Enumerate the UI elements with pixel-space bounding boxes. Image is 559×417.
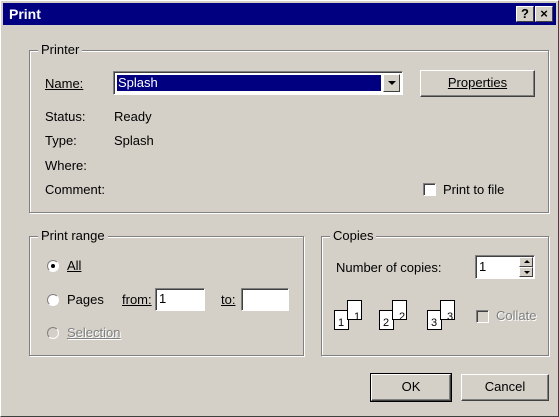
all-radio-label[interactable]: All xyxy=(67,258,81,274)
spin-up-button[interactable] xyxy=(519,257,533,267)
printer-name-value: Splash xyxy=(117,75,381,91)
spin-up-icon xyxy=(524,260,530,263)
cancel-button-label: Cancel xyxy=(484,379,526,394)
close-button[interactable]: × xyxy=(535,6,553,22)
copies-group-label: Copies xyxy=(330,228,377,244)
status-label: Status: xyxy=(45,109,86,124)
help-icon: ? xyxy=(521,6,529,21)
comment-label: Comment: xyxy=(45,182,105,197)
spin-down-button[interactable] xyxy=(519,267,533,277)
collate-page-front-1: 1 xyxy=(347,300,362,323)
type-value: Splash xyxy=(114,133,154,148)
spin-down-icon xyxy=(524,271,530,274)
printer-name-label: Name: xyxy=(45,76,84,91)
from-input[interactable]: 1 xyxy=(155,288,205,311)
copies-value: 1 xyxy=(479,259,487,274)
ok-button[interactable]: OK xyxy=(370,373,452,402)
dropdown-arrow-icon xyxy=(388,81,396,85)
collate-checkbox[interactable] xyxy=(476,310,489,323)
from-label: from: xyxy=(122,292,152,307)
collate-page-front-3: 3 xyxy=(440,300,455,323)
pages-radio-label[interactable]: Pages xyxy=(67,292,104,308)
collate-pages-icon: 1 1 2 2 3 3 xyxy=(334,296,464,336)
where-label: Where: xyxy=(45,158,87,173)
help-button[interactable]: ? xyxy=(516,6,534,22)
properties-button[interactable]: Properties xyxy=(420,70,535,97)
pages-radio[interactable] xyxy=(47,294,59,306)
from-input-value: 1 xyxy=(159,291,167,306)
cancel-button[interactable]: Cancel xyxy=(461,374,549,401)
printer-group-label: Printer xyxy=(38,42,83,58)
type-label: Type: xyxy=(45,133,77,148)
ok-button-label: OK xyxy=(401,379,421,394)
properties-button-label: Properties xyxy=(447,75,508,90)
print-to-file-label[interactable]: Print to file xyxy=(443,182,504,198)
status-value: Ready xyxy=(114,109,152,124)
radio-selected-dot xyxy=(51,264,55,268)
to-label: to: xyxy=(221,292,236,307)
to-input[interactable] xyxy=(241,288,289,311)
print-dialog: Print ? × Printer Name: Splash Propertie… xyxy=(0,0,559,417)
printer-name-dropdown-button[interactable] xyxy=(383,74,400,92)
close-icon: × xyxy=(540,6,548,21)
all-radio[interactable] xyxy=(47,260,59,272)
number-of-copies-label: Number of copies: xyxy=(336,260,442,275)
selection-radio[interactable] xyxy=(47,327,59,339)
print-range-group-label: Print range xyxy=(38,228,108,244)
window-title: Print xyxy=(9,6,41,22)
title-bar[interactable]: Print ? × xyxy=(3,3,556,25)
collate-label: Collate xyxy=(496,308,537,323)
collate-page-front-2: 2 xyxy=(392,300,407,323)
copies-spinner[interactable]: 1 xyxy=(475,255,535,279)
selection-radio-label: Selection xyxy=(67,325,121,340)
printer-name-combobox[interactable]: Splash xyxy=(113,71,403,95)
print-to-file-checkbox[interactable] xyxy=(423,183,436,196)
